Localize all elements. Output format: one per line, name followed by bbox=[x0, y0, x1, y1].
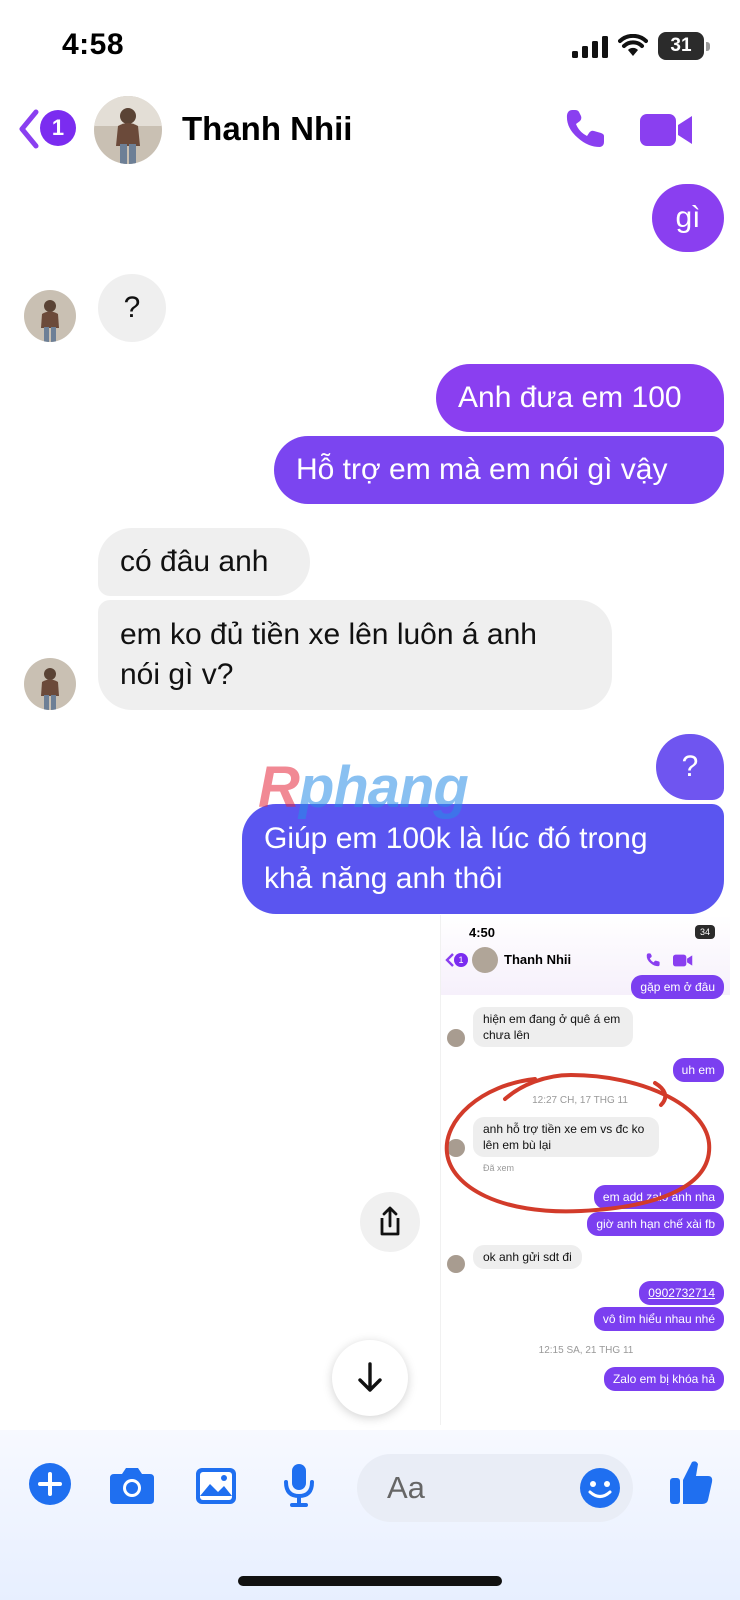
shared-screenshot-image[interactable]: 4:50 34 1 Thanh Nhii gặp em ở đâu hiện e… bbox=[440, 915, 730, 1425]
back-chevron-icon bbox=[19, 109, 39, 149]
contact-avatar[interactable] bbox=[94, 96, 162, 164]
message-outgoing[interactable]: ? bbox=[656, 734, 724, 800]
message-text-line: nói gì v? bbox=[120, 658, 234, 691]
avatar-photo-icon bbox=[24, 658, 76, 710]
message-text: có đâu anh bbox=[120, 545, 269, 578]
chat-header: 1 Thanh Nhii bbox=[0, 90, 740, 170]
message-text: Hỗ trợ em mà em nói gì vậy bbox=[296, 453, 668, 486]
mini-message-incoming: hiện em đang ở quê á em chưa lên bbox=[473, 1007, 633, 1047]
unread-badge: 1 bbox=[40, 110, 76, 146]
message-text-line: Giúp em 100k là lúc đó trong bbox=[264, 822, 648, 855]
mini-phone-icon bbox=[646, 953, 660, 967]
mic-icon[interactable] bbox=[282, 1462, 316, 1508]
contact-avatar-small bbox=[24, 658, 76, 710]
mini-unread-badge: 1 bbox=[454, 953, 468, 967]
mini-message-incoming: ok anh gửi sdt đi bbox=[473, 1245, 582, 1269]
wifi-icon bbox=[618, 34, 648, 56]
arrow-down-icon bbox=[358, 1362, 382, 1392]
message-text: ? bbox=[681, 750, 699, 783]
mini-avatar bbox=[472, 947, 498, 973]
mini-message-outgoing: gặp em ở đâu bbox=[631, 975, 724, 999]
mini-date-separator: 12:15 SA, 21 THG 11 bbox=[538, 1345, 634, 1356]
message-text-line: em ko đủ tiền xe lên luôn á anh bbox=[120, 618, 537, 651]
message-text: gì bbox=[675, 201, 701, 234]
message-incoming[interactable]: em ko đủ tiền xe lên luôn á anh nói gì v… bbox=[98, 600, 612, 710]
status-time: 4:58 bbox=[62, 28, 125, 61]
image-icon[interactable] bbox=[194, 1466, 238, 1506]
message-input-placeholder: Aa bbox=[387, 1470, 425, 1505]
contact-avatar-small bbox=[24, 290, 76, 342]
battery-level: 31 bbox=[658, 32, 704, 60]
phone-icon[interactable] bbox=[562, 106, 608, 152]
mini-message-outgoing: 0902732714 bbox=[639, 1281, 724, 1305]
message-incoming[interactable]: ? bbox=[98, 274, 166, 342]
message-outgoing[interactable]: Anh đưa em 100 bbox=[436, 364, 724, 432]
message-incoming[interactable]: có đâu anh bbox=[98, 528, 310, 596]
mini-message-outgoing: Zalo em bị khóa hả bbox=[603, 1367, 724, 1391]
message-text: Anh đưa em 100 bbox=[458, 381, 682, 414]
red-circle-annotation bbox=[444, 1072, 712, 1214]
thumbs-up-icon[interactable] bbox=[668, 1458, 714, 1506]
message-text-line: khả năng anh thôi bbox=[264, 862, 503, 895]
mini-message-outgoing: vô tìm hiểu nhau nhé bbox=[593, 1307, 724, 1331]
share-icon bbox=[380, 1206, 400, 1236]
message-outgoing[interactable]: Hỗ trợ em mà em nói gì vậy bbox=[274, 436, 724, 504]
composer-bar: Aa bbox=[0, 1430, 740, 1600]
scroll-to-bottom-button[interactable] bbox=[332, 1340, 408, 1416]
mini-video-icon bbox=[673, 954, 693, 967]
message-outgoing[interactable]: gì bbox=[652, 184, 724, 252]
share-button[interactable] bbox=[360, 1192, 420, 1252]
plus-icon[interactable] bbox=[28, 1462, 72, 1506]
contact-name[interactable]: Thanh Nhii bbox=[182, 110, 352, 148]
watermark-logo: Rphang bbox=[258, 755, 469, 820]
mini-avatar bbox=[447, 1029, 465, 1047]
avatar-photo-icon bbox=[24, 290, 76, 342]
home-indicator bbox=[238, 1576, 502, 1586]
message-input[interactable]: Aa bbox=[357, 1454, 633, 1522]
mini-battery: 34 bbox=[695, 925, 715, 939]
status-bar: 4:58 31 bbox=[0, 0, 740, 90]
avatar-photo-icon bbox=[94, 96, 162, 164]
mini-avatar bbox=[447, 1255, 465, 1273]
cellular-signal-icon bbox=[572, 36, 608, 58]
mini-contact-name: Thanh Nhii bbox=[504, 952, 572, 967]
video-icon[interactable] bbox=[640, 110, 694, 150]
message-text: ? bbox=[123, 291, 141, 324]
camera-icon[interactable] bbox=[108, 1464, 156, 1506]
emoji-icon[interactable] bbox=[579, 1467, 621, 1509]
battery-tip bbox=[706, 42, 710, 51]
mini-time: 4:50 bbox=[469, 925, 496, 940]
